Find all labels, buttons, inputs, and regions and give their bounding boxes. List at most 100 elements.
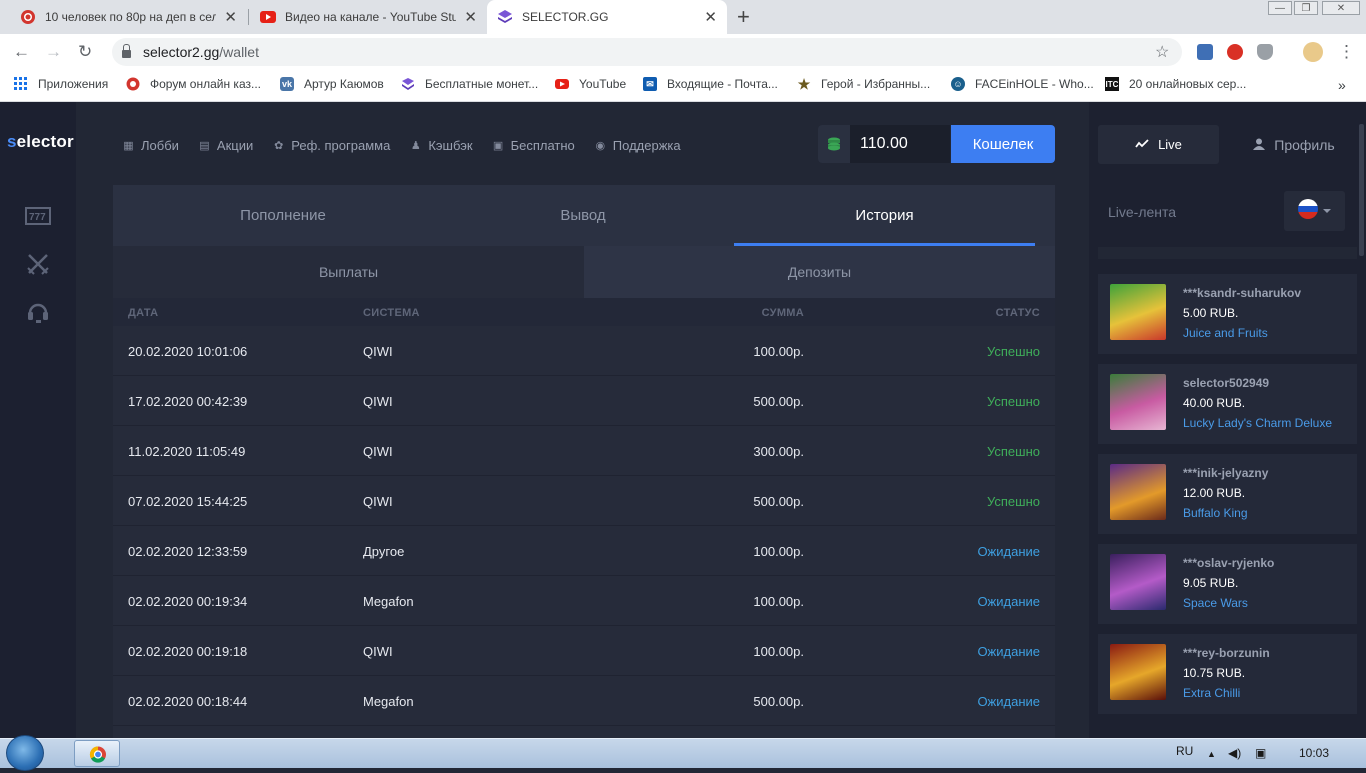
- chrome-taskbar-button[interactable]: [74, 740, 120, 767]
- nav-free[interactable]: ▣ Бесплатно: [492, 136, 575, 154]
- bookmark-item[interactable]: ☺ FACEinHOLE - Who...: [951, 77, 1094, 91]
- language-indicator[interactable]: RU: [1176, 744, 1193, 758]
- address-bar[interactable]: selector2.gg/wallet: [112, 38, 1182, 66]
- volume-icon[interactable]: ◀): [1228, 746, 1241, 760]
- headset-support-icon[interactable]: [25, 299, 51, 325]
- back-arrow-icon[interactable]: ←: [13, 42, 30, 62]
- extension-bookmark-icon[interactable]: [1197, 44, 1213, 60]
- buffalo-king-thumb[interactable]: [1110, 464, 1166, 520]
- cell-status: Успешно: [987, 394, 1040, 409]
- browser-tab-1[interactable]: 10 человек по 80р на деп в селе ✕: [10, 0, 247, 34]
- bookmark-label: 20 онлайновых сер...: [1129, 77, 1247, 91]
- bookmark-star-icon[interactable]: ☆: [1155, 42, 1169, 62]
- subtab-deposits[interactable]: Депозиты: [584, 246, 1055, 298]
- close-tab-icon[interactable]: ✕: [224, 8, 237, 26]
- tab-profile[interactable]: Профиль: [1239, 125, 1349, 164]
- cell-date: 02.02.2020 12:33:59: [128, 544, 248, 559]
- tab-live[interactable]: Live: [1098, 125, 1219, 164]
- bookmark-label: Приложения: [38, 77, 109, 91]
- url-host: selector2.gg: [143, 44, 220, 60]
- bookmarks-overflow-button[interactable]: »: [1338, 77, 1346, 93]
- bookmark-item[interactable]: Форум онлайн каз...: [126, 77, 261, 91]
- bookmark-label: YouTube: [579, 77, 627, 91]
- feed-game-link[interactable]: Juice and Fruits: [1183, 326, 1268, 340]
- face-icon: ☺: [951, 77, 965, 91]
- adblock-icon[interactable]: [1227, 44, 1243, 60]
- crossed-swords-icon[interactable]: [25, 251, 51, 277]
- bookmark-item[interactable]: ★ Герой - Избранны...: [797, 76, 930, 92]
- feed-game-link[interactable]: Buffalo King: [1183, 506, 1248, 520]
- wallet-panel: Пополнение Вывод История Выплаты Депозит…: [113, 185, 1055, 738]
- slots-icon[interactable]: 777: [25, 203, 51, 229]
- close-tab-icon[interactable]: ✕: [704, 8, 717, 26]
- bookmark-item[interactable]: Приложения: [14, 77, 108, 91]
- close-window-icon[interactable]: ✕: [1322, 1, 1360, 15]
- language-selector[interactable]: [1284, 191, 1345, 231]
- nav-promo[interactable]: ▤ Акции: [198, 136, 253, 154]
- bookmark-label: Бесплатные монет...: [425, 77, 539, 91]
- cell-amount: 100.00р.: [753, 544, 804, 559]
- close-tab-icon[interactable]: ✕: [464, 8, 477, 26]
- live-feed-item[interactable]: ***oslav-ryjenko 9.05 RUB. Space Wars: [1098, 544, 1358, 624]
- nav-cashback[interactable]: ♟ Кэшбэк: [409, 136, 473, 154]
- nav-lobby[interactable]: ▦ Лобби: [122, 136, 179, 154]
- site-viewport: selector 777 ▦ Лобби ▤ Акции ✿ Реф. програм…: [0, 102, 1366, 738]
- selector-layers-icon: [497, 9, 513, 25]
- bookmark-item[interactable]: YouTube: [555, 77, 626, 91]
- feed-game-link[interactable]: Space Wars: [1183, 596, 1248, 610]
- tab-history[interactable]: История: [734, 185, 1035, 246]
- top-nav: ▦ Лобби ▤ Акции ✿ Реф. программа ♟ Кэшбэк ▣ Б…: [122, 136, 700, 154]
- chevron-down-icon: [1323, 209, 1331, 213]
- bookmark-item[interactable]: vk Артур Каюмов: [280, 77, 384, 91]
- clock-time[interactable]: 10:03: [1299, 746, 1329, 760]
- tab-withdraw[interactable]: Вывод: [453, 185, 713, 246]
- scrollbar-thumb[interactable]: [1359, 124, 1364, 256]
- nav-label: Бесплатно: [510, 137, 575, 153]
- bookmark-item[interactable]: ITC 20 онлайновых сер...: [1105, 77, 1246, 91]
- bookmark-item[interactable]: Бесплатные монет...: [401, 77, 538, 91]
- profile-avatar-icon[interactable]: [1303, 42, 1323, 62]
- live-feed-item[interactable]: selector502949 40.00 RUB. Lucky Lady's Cha…: [1098, 364, 1358, 444]
- live-feed-title: Live-лента: [1108, 204, 1177, 220]
- wallet-button[interactable]: Кошелек: [951, 125, 1055, 163]
- feed-game-link[interactable]: Extra Chilli: [1183, 686, 1240, 700]
- browser-tab-2[interactable]: Видео на канале - YouTube Studi ✕: [250, 0, 487, 34]
- space-wars-thumb[interactable]: [1110, 554, 1166, 610]
- forward-arrow-icon[interactable]: →: [45, 42, 62, 62]
- reload-icon[interactable]: ↻: [78, 42, 92, 62]
- live-feed-item[interactable]: ***ksandr-suharukov 5.00 RUB. Juice and Fr…: [1098, 274, 1358, 354]
- cell-date: 02.02.2020 00:18:44: [128, 694, 248, 709]
- cell-status: Ожидание: [977, 694, 1040, 709]
- tray-expand-icon[interactable]: ▲: [1207, 749, 1216, 759]
- logo-prefix: s: [7, 132, 17, 151]
- juice-and-fruits-thumb[interactable]: [1110, 284, 1166, 340]
- tab-deposit[interactable]: Пополнение: [113, 185, 453, 246]
- url-text: selector2.gg/wallet: [143, 44, 259, 60]
- new-tab-plus-icon[interactable]: +: [737, 4, 750, 30]
- subtab-payouts[interactable]: Выплаты: [113, 246, 584, 298]
- lucky-ladys-charm-thumb[interactable]: [1110, 374, 1166, 430]
- live-feed-item[interactable]: ***rey-borzunin 10.75 RUB. Extra Chilli: [1098, 634, 1358, 714]
- cell-status: Ожидание: [977, 644, 1040, 659]
- nav-support[interactable]: ◉ Поддержка: [594, 136, 680, 154]
- tab-title: Видео на канале - YouTube Studi: [285, 10, 457, 24]
- chrome-icon: [89, 746, 106, 763]
- windows-start-icon[interactable]: [6, 735, 44, 771]
- selector-logo[interactable]: selector: [7, 132, 74, 152]
- minimize-window-icon[interactable]: —: [1268, 1, 1292, 15]
- cell-amount: 300.00р.: [753, 444, 804, 459]
- shield-extension-icon[interactable]: [1257, 44, 1273, 60]
- cell-date: 11.02.2020 11:05:49: [128, 444, 246, 459]
- live-feed-item[interactable]: ***inik-jelyazny 12.00 RUB. Buffalo King: [1098, 454, 1358, 534]
- tab-live-label: Live: [1158, 137, 1182, 152]
- restore-window-icon[interactable]: ❐: [1294, 1, 1318, 15]
- network-icon[interactable]: ▣: [1255, 746, 1266, 760]
- feed-game-link[interactable]: Lucky Lady's Charm Deluxe: [1183, 416, 1332, 430]
- left-rail: selector 777: [0, 102, 76, 738]
- bookmark-item[interactable]: ✉ Входящие - Почта...: [643, 77, 778, 91]
- extra-chilli-thumb[interactable]: [1110, 644, 1166, 700]
- browser-tab-3[interactable]: SELECTOR.GG ✕: [487, 0, 727, 34]
- nav-referral[interactable]: ✿ Реф. программа: [272, 136, 390, 154]
- menu-kebab-icon[interactable]: ⋮: [1338, 42, 1355, 62]
- lock-icon: [122, 44, 131, 58]
